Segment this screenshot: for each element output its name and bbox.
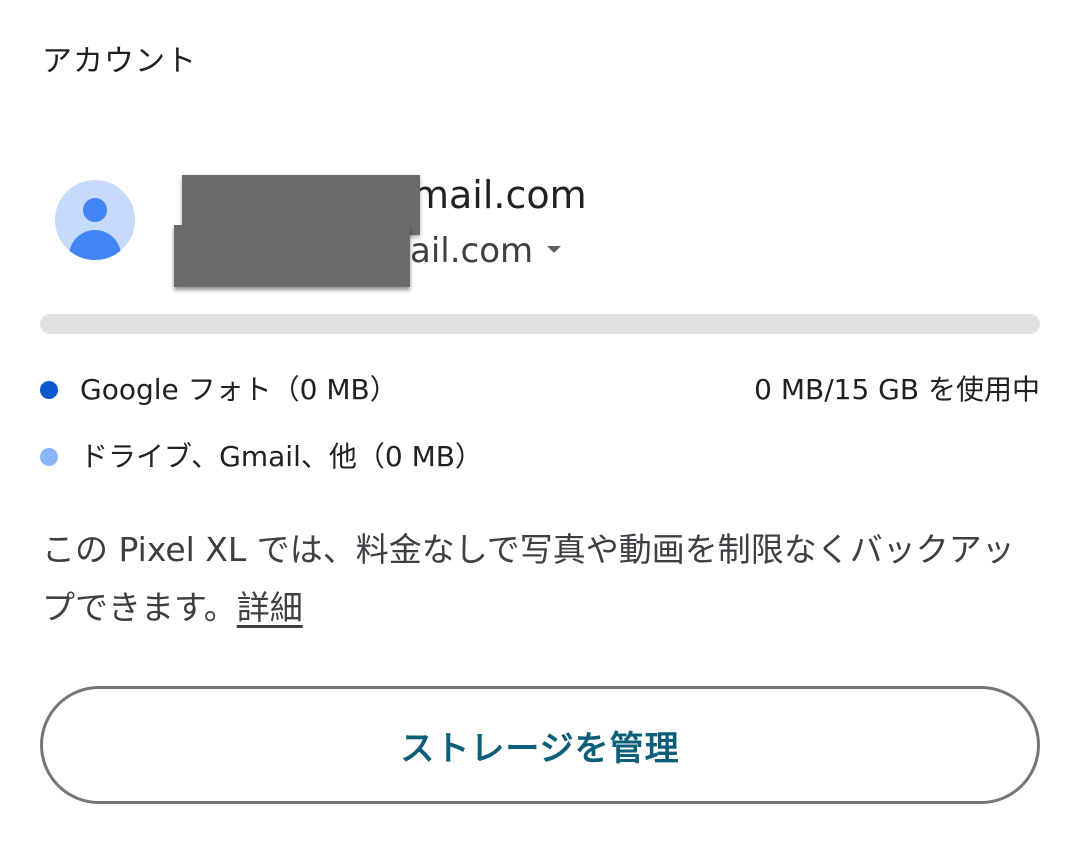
manage-storage-button[interactable]: ストレージを管理 [40,686,1040,804]
avatar-head [83,198,107,222]
redaction-block [174,225,410,287]
section-title: アカウント [42,44,197,79]
backup-info-text: この Pixel XL では、料金なしで写真や動画を制限なくバックアップできます… [42,521,1042,637]
secondary-email-text: ail.com [410,231,534,271]
legend-label-photos: Google フォト（0 MB） [80,373,398,406]
avatar-body [69,230,121,260]
storage-usage-total: 0 MB/15 GB を使用中 [754,373,1040,406]
storage-usage-bar [40,314,1040,334]
legend-label-drive: ドライブ、Gmail、他（0 MB） [80,440,483,473]
account-switcher[interactable]: mail.com ail.com [0,160,1080,300]
avatar [55,180,135,260]
account-storage-screen: アカウント mail.com ail.com Google フォト（0 MB） … [0,0,1080,851]
learn-more-link[interactable]: 詳細 [237,588,303,627]
legend-item-drive: ドライブ、Gmail、他（0 MB） [40,437,1040,477]
legend-item-photos: Google フォト（0 MB） 0 MB/15 GB を使用中 [40,370,1040,410]
chevron-down-icon[interactable] [547,246,562,253]
photos-dot-icon [40,381,58,399]
backup-info-body: この Pixel XL では、料金なしで写真や動画を制限なくバックアップできます… [42,530,1015,627]
drive-dot-icon [40,448,58,466]
